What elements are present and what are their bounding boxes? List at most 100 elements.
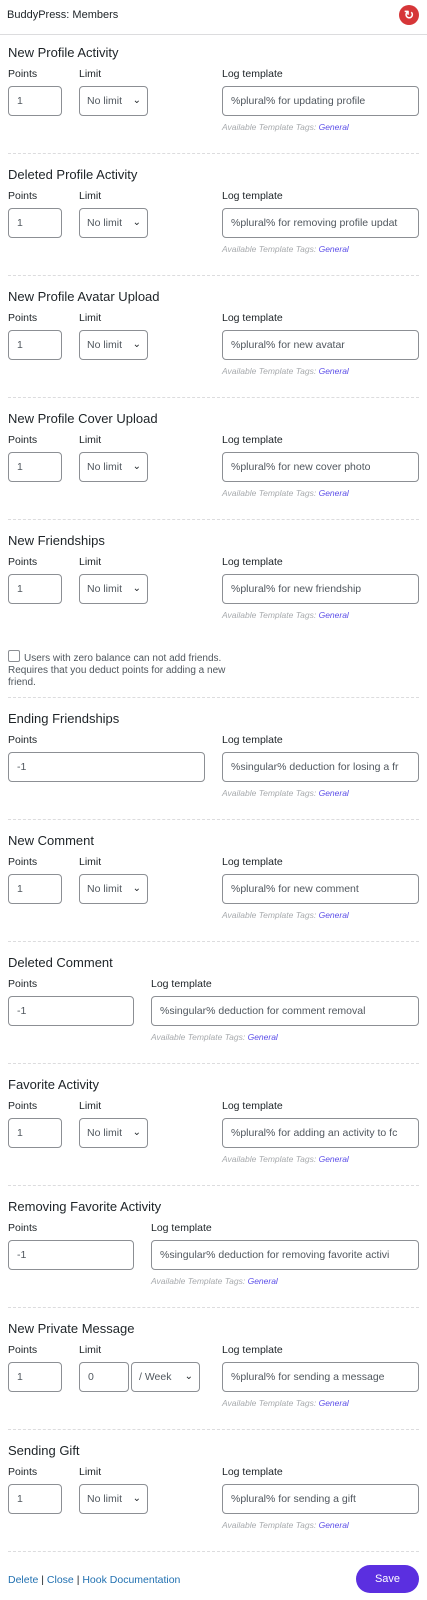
- points-label: Points: [8, 190, 38, 202]
- section-title: Deleted Comment: [8, 955, 113, 970]
- tags-general-link[interactable]: General: [248, 1032, 278, 1042]
- log-template-input[interactable]: %singular% deduction for losing a fr: [222, 752, 419, 782]
- log-template-input[interactable]: %plural% for removing profile updat: [222, 208, 419, 238]
- limit-select[interactable]: No limit ⌄: [79, 1484, 148, 1514]
- limit-select[interactable]: No limit ⌄: [79, 86, 148, 116]
- points-input[interactable]: 1: [8, 1362, 62, 1392]
- limit-value: No limit: [87, 217, 123, 229]
- log-template-label: Log template: [222, 1466, 283, 1478]
- log-template-input[interactable]: %plural% for new avatar: [222, 330, 419, 360]
- template-tags-hint: Available Template Tags: General: [151, 1032, 278, 1042]
- log-template-input[interactable]: %plural% for new friendship: [222, 574, 419, 604]
- limit-label: Limit: [79, 68, 102, 80]
- points-input[interactable]: -1: [8, 752, 205, 782]
- section-divider: [8, 1063, 419, 1064]
- delete-link[interactable]: Delete: [8, 1574, 38, 1586]
- tags-prefix: Available Template Tags:: [222, 1398, 317, 1408]
- template-tags-hint: Available Template Tags: General: [222, 122, 349, 132]
- tags-prefix: Available Template Tags:: [222, 488, 317, 498]
- limit-value: No limit: [87, 339, 123, 351]
- log-template-input[interactable]: %plural% for new cover photo: [222, 452, 419, 482]
- hook-documentation-link[interactable]: Hook Documentation: [82, 1574, 180, 1586]
- section-title: Ending Friendships: [8, 711, 120, 726]
- tags-general-link[interactable]: General: [319, 788, 349, 798]
- chevron-down-icon: ⌄: [132, 1127, 141, 1138]
- section-divider: [8, 397, 419, 398]
- limit-amount-input[interactable]: 0: [79, 1362, 129, 1392]
- tags-prefix: Available Template Tags:: [222, 1520, 317, 1530]
- limit-value: No limit: [87, 1127, 123, 1139]
- template-tags-hint: Available Template Tags: General: [222, 910, 349, 920]
- limit-label: Limit: [79, 190, 102, 202]
- limit-select[interactable]: No limit ⌄: [79, 574, 148, 604]
- section-title: Removing Favorite Activity: [8, 1199, 162, 1214]
- section-title: New Friendships: [8, 533, 105, 548]
- log-template-input[interactable]: %plural% for adding an activity to fc: [222, 1118, 419, 1148]
- points-input[interactable]: 1: [8, 86, 62, 116]
- limit-label: Limit: [79, 1100, 102, 1112]
- template-tags-hint: Available Template Tags: General: [222, 488, 349, 498]
- points-label: Points: [8, 734, 38, 746]
- log-template-label: Log template: [222, 312, 283, 324]
- limit-select[interactable]: No limit ⌄: [79, 452, 148, 482]
- tags-general-link[interactable]: General: [248, 1276, 278, 1286]
- tags-prefix: Available Template Tags:: [222, 122, 317, 132]
- limit-period-select[interactable]: / Week ⌄: [131, 1362, 200, 1392]
- tags-general-link[interactable]: General: [319, 1154, 349, 1164]
- modal-header: BuddyPress: Members ↻: [0, 0, 427, 35]
- section-divider: [8, 1551, 419, 1552]
- tags-general-link[interactable]: General: [319, 1398, 349, 1408]
- section-title: Favorite Activity: [8, 1077, 100, 1092]
- log-template-label: Log template: [222, 190, 283, 202]
- section-divider: [8, 1307, 419, 1308]
- limit-select[interactable]: No limit ⌄: [79, 208, 148, 238]
- points-input[interactable]: -1: [8, 1240, 134, 1270]
- tags-general-link[interactable]: General: [319, 610, 349, 620]
- limit-value: No limit: [87, 95, 123, 107]
- points-input[interactable]: 1: [8, 874, 62, 904]
- log-template-input[interactable]: %plural% for sending a gift: [222, 1484, 419, 1514]
- template-tags-hint: Available Template Tags: General: [222, 366, 349, 376]
- log-template-input[interactable]: %plural% for sending a message: [222, 1362, 419, 1392]
- template-tags-hint: Available Template Tags: General: [151, 1276, 278, 1286]
- section-divider: [8, 153, 419, 154]
- chevron-down-icon: ⌄: [132, 583, 141, 594]
- section-title: Deleted Profile Activity: [8, 167, 138, 182]
- limit-select[interactable]: No limit ⌄: [79, 874, 148, 904]
- section-divider: [8, 1185, 419, 1186]
- zero-balance-checkbox[interactable]: [8, 650, 20, 662]
- points-input[interactable]: -1: [8, 996, 134, 1026]
- log-template-input[interactable]: %singular% deduction for removing favori…: [151, 1240, 419, 1270]
- chevron-down-icon: ⌄: [184, 1371, 193, 1382]
- tags-general-link[interactable]: General: [319, 366, 349, 376]
- tags-general-link[interactable]: General: [319, 244, 349, 254]
- limit-value: No limit: [87, 461, 123, 473]
- limit-value: No limit: [87, 1493, 123, 1505]
- limit-value: No limit: [87, 883, 123, 895]
- points-input[interactable]: 1: [8, 452, 62, 482]
- tags-general-link[interactable]: General: [319, 910, 349, 920]
- tags-prefix: Available Template Tags:: [222, 1154, 317, 1164]
- limit-label: Limit: [79, 556, 102, 568]
- limit-select[interactable]: No limit ⌄: [79, 1118, 148, 1148]
- close-link[interactable]: Close: [47, 1574, 74, 1586]
- log-template-input[interactable]: %singular% deduction for comment removal: [151, 996, 419, 1026]
- chevron-down-icon: ⌄: [132, 339, 141, 350]
- points-input[interactable]: 1: [8, 1118, 62, 1148]
- refresh-arrow-icon[interactable]: ↻: [399, 5, 419, 25]
- limit-label: Limit: [79, 1466, 102, 1478]
- points-input[interactable]: 1: [8, 1484, 62, 1514]
- log-template-input[interactable]: %plural% for updating profile: [222, 86, 419, 116]
- tags-general-link[interactable]: General: [319, 1520, 349, 1530]
- points-input[interactable]: 1: [8, 208, 62, 238]
- points-input[interactable]: 1: [8, 330, 62, 360]
- tags-general-link[interactable]: General: [319, 488, 349, 498]
- chevron-down-icon: ⌄: [132, 1493, 141, 1504]
- tags-general-link[interactable]: General: [319, 122, 349, 132]
- limit-select[interactable]: No limit ⌄: [79, 330, 148, 360]
- log-template-input[interactable]: %plural% for new comment: [222, 874, 419, 904]
- save-button[interactable]: Save: [356, 1565, 419, 1593]
- points-input[interactable]: 1: [8, 574, 62, 604]
- log-template-label: Log template: [222, 1100, 283, 1112]
- section-divider: [8, 941, 419, 942]
